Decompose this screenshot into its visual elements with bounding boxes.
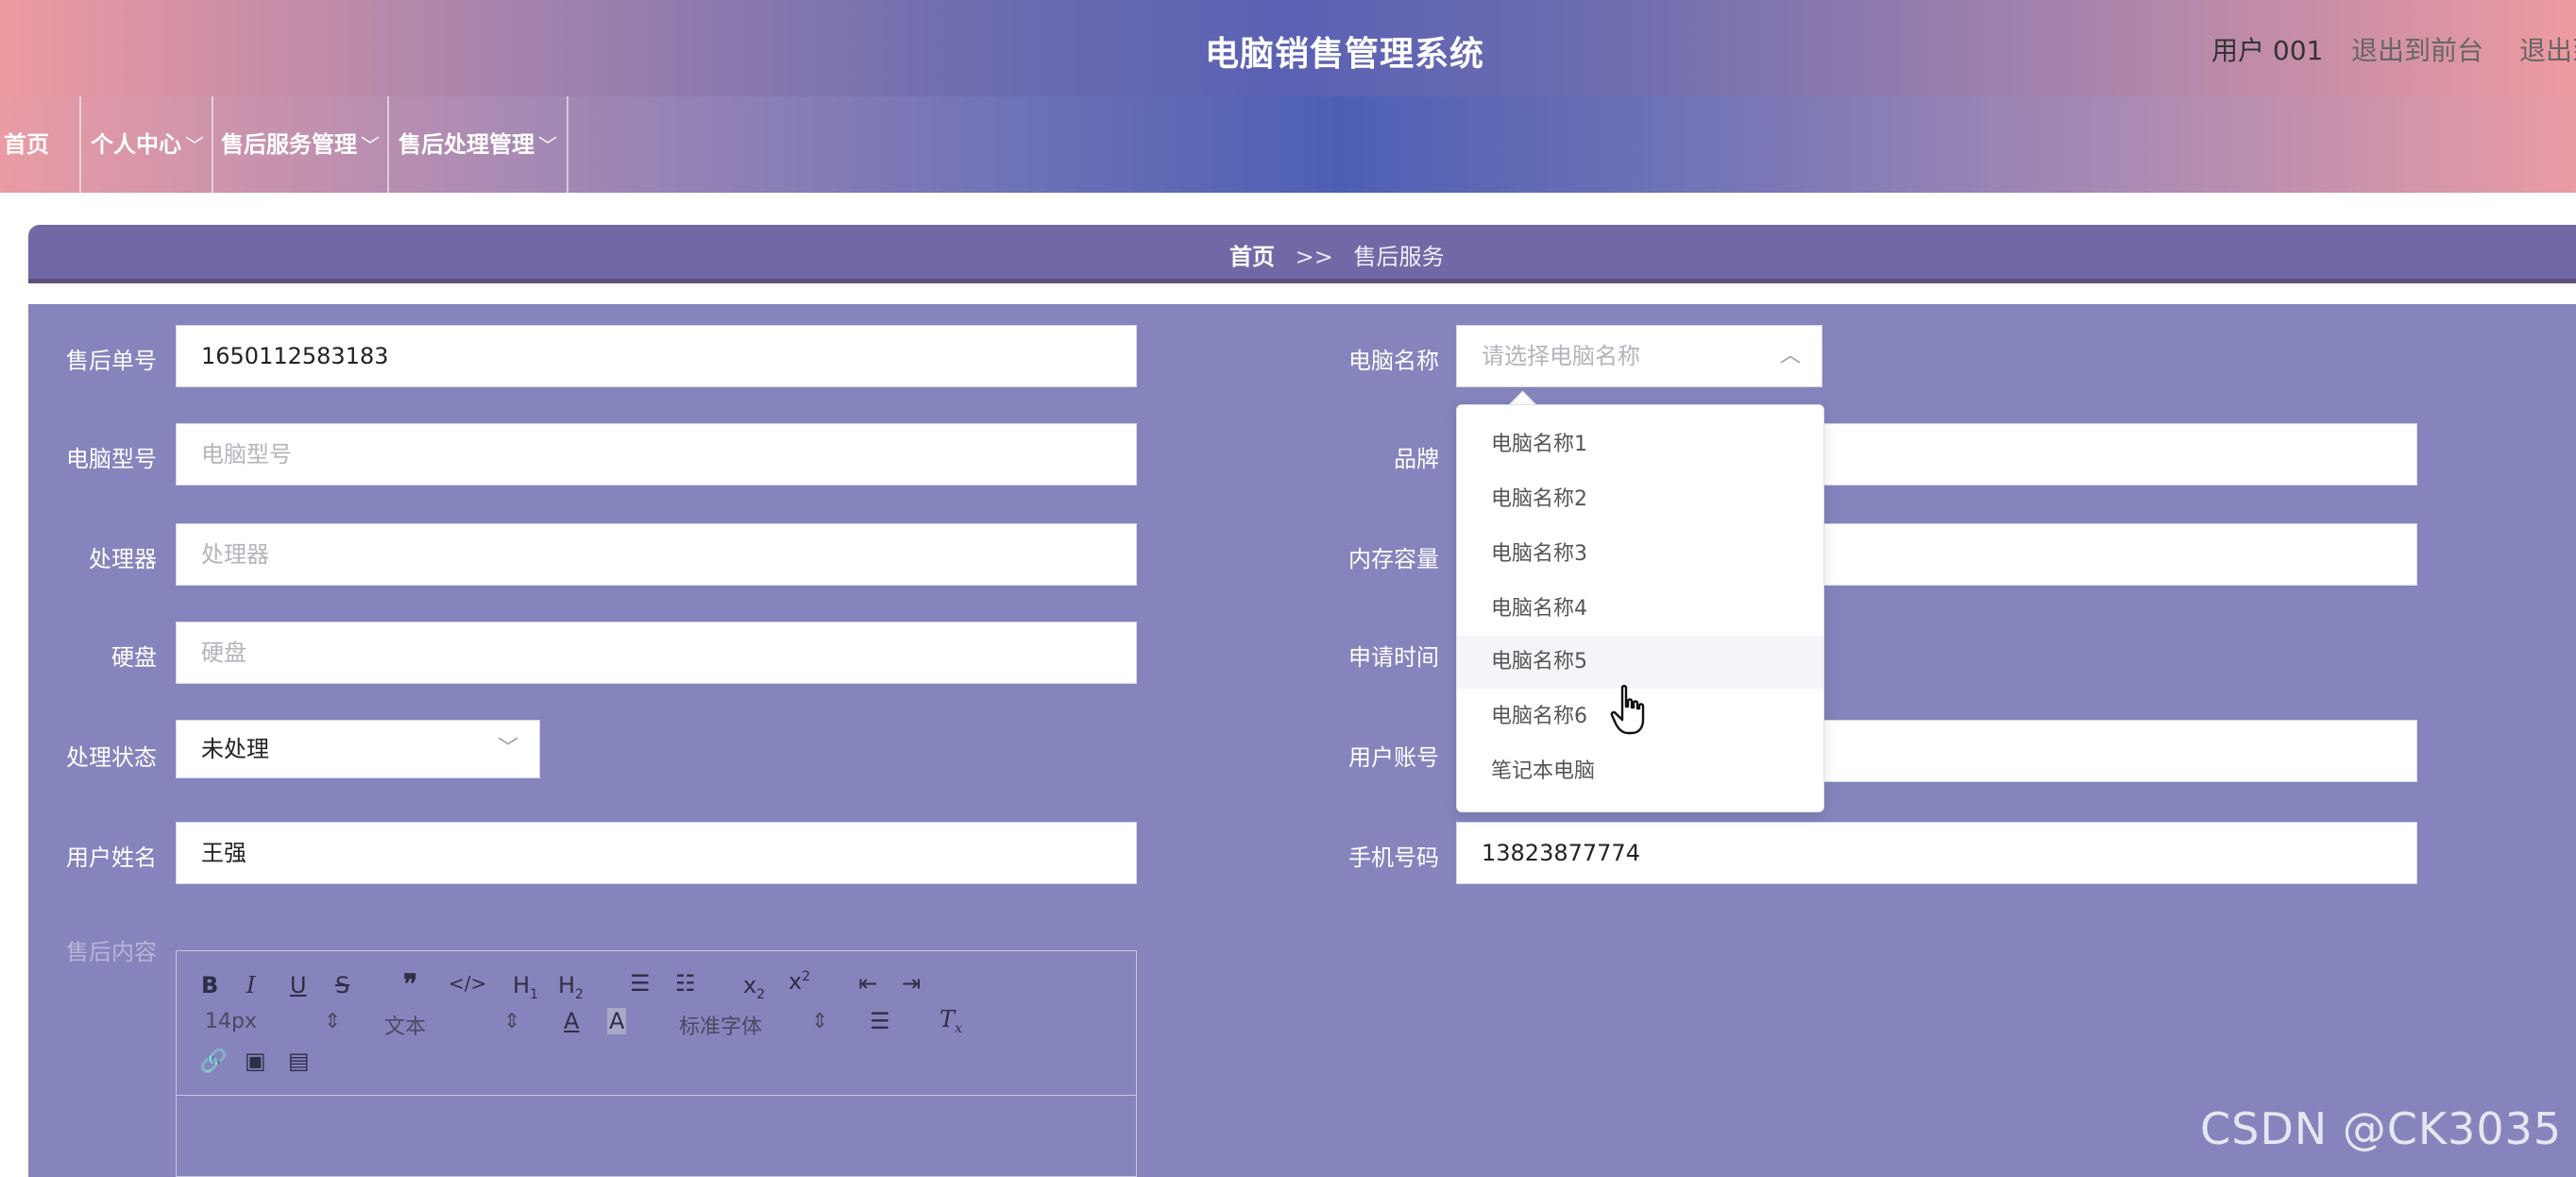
nav-item-after-sales-processing[interactable]: 售后处理管理 ﹀	[389, 96, 568, 193]
chevron-down-icon: ﹀	[361, 134, 380, 157]
chevron-up-icon: ︿	[1779, 344, 1801, 367]
model-field[interactable]: 电脑型号	[176, 423, 1137, 486]
user-name-field[interactable]: 王强	[176, 822, 1137, 884]
nav-item-label: 售后服务管理	[221, 131, 357, 158]
dropdown-option[interactable]: 笔记本电脑	[1457, 745, 1823, 798]
dropdown-option[interactable]: 电脑名称1	[1457, 418, 1823, 471]
image-icon[interactable]: ▣	[245, 1048, 266, 1074]
model-label: 电脑型号	[66, 446, 157, 472]
user-name-label: 用户姓名	[66, 844, 157, 871]
nav-item-label: 首页	[4, 131, 49, 158]
clear-format-icon[interactable]: Tx	[940, 1006, 962, 1036]
nav-item-home[interactable]: 首页	[0, 96, 81, 193]
status-label: 处理状态	[66, 744, 157, 771]
code-icon[interactable]: </>	[449, 972, 486, 995]
computer-name-placeholder: 请选择电脑名称	[1482, 343, 1640, 369]
cpu-field[interactable]: 处理器	[176, 523, 1137, 586]
breadcrumb-separator: >>	[1295, 244, 1333, 270]
video-icon[interactable]: ▤	[288, 1048, 310, 1074]
phone-label: 手机号码	[1348, 844, 1439, 871]
editor-toolbar: B I U S ❞ </> H1 H2 ☰ ☷ x2 x2 ⇤ ⇥ 14px ⇕…	[177, 951, 1136, 1096]
nav-item-label: 售后处理管理	[398, 131, 534, 158]
breadcrumb: 首页 >> 售后服务	[28, 225, 2576, 283]
paragraph-select[interactable]: 文本	[384, 1010, 426, 1040]
font-size-select[interactable]: 14px	[205, 1010, 257, 1033]
font-color-icon[interactable]: A	[564, 1008, 579, 1034]
nav-item-label: 个人中心	[91, 131, 181, 158]
account-label: 用户账号	[1348, 744, 1439, 771]
bold-icon[interactable]: B	[201, 972, 218, 998]
select-arrows-icon: ⇕	[503, 1010, 521, 1033]
phone-field[interactable]: 13823877774	[1456, 822, 2417, 884]
italic-icon[interactable]: I	[246, 972, 255, 998]
select-arrows-icon: ⇕	[811, 1010, 829, 1033]
dropdown-option[interactable]: 电脑名称2	[1457, 473, 1823, 526]
status-select[interactable]: 未处理 ﹀	[176, 720, 540, 778]
underline-icon[interactable]: U	[290, 972, 307, 998]
computer-name-label: 电脑名称	[1348, 348, 1439, 374]
user-label[interactable]: 用户 001	[2212, 30, 2323, 68]
link-icon[interactable]: 🔗	[199, 1048, 228, 1074]
memory-label: 内存容量	[1348, 546, 1439, 572]
computer-name-dropdown: 电脑名称1 电脑名称2 电脑名称3 电脑名称4 电脑名称5 电脑名称6 笔记本电…	[1456, 404, 1824, 812]
order-no-label: 售后单号	[66, 348, 157, 374]
apply-time-label: 申请时间	[1348, 644, 1439, 671]
subscript-icon[interactable]: x2	[743, 972, 765, 1002]
bullet-list-icon[interactable]: ☷	[675, 970, 696, 997]
breadcrumb-current: 售后服务	[1353, 244, 1445, 270]
background-color-icon[interactable]: A	[607, 1008, 627, 1034]
blockquote-icon[interactable]: ❞	[403, 968, 417, 999]
dropdown-option-hovered[interactable]: 电脑名称5	[1457, 636, 1823, 689]
nav-item-personal-center[interactable]: 个人中心 ﹀	[81, 96, 213, 193]
align-icon[interactable]: ☰	[870, 1008, 890, 1034]
chevron-down-icon: ﹀	[538, 134, 557, 157]
brand-label: 品牌	[1394, 446, 1439, 472]
chevron-down-icon: ﹀	[497, 737, 518, 760]
heading-1-icon[interactable]: H1	[513, 972, 538, 1002]
dropdown-option[interactable]: 电脑名称3	[1457, 528, 1823, 581]
order-no-field[interactable]: 1650112583183	[176, 325, 1137, 387]
select-arrows-icon: ⇕	[324, 1010, 342, 1033]
heading-2-icon[interactable]: H2	[558, 972, 584, 1002]
superscript-icon[interactable]: x2	[788, 968, 810, 995]
exit-to-frontend-link[interactable]: 退出到前台	[2351, 30, 2483, 68]
dropdown-option[interactable]: 电脑名称4	[1457, 583, 1823, 636]
disk-field[interactable]: 硬盘	[176, 622, 1137, 684]
nav-item-after-sales-service[interactable]: 售后服务管理 ﹀	[213, 96, 389, 193]
content-editor[interactable]: B I U S ❞ </> H1 H2 ☰ ☷ x2 x2 ⇤ ⇥ 14px ⇕…	[176, 950, 1137, 1177]
breadcrumb-home[interactable]: 首页	[1229, 244, 1275, 270]
outdent-icon[interactable]: ⇤	[858, 970, 877, 997]
main-nav: 首页 个人中心 ﹀ 售后服务管理 ﹀ 售后处理管理 ﹀	[0, 96, 2576, 193]
content-label: 售后内容	[66, 939, 157, 965]
cpu-label: 处理器	[89, 546, 157, 572]
computer-name-select[interactable]: 请选择电脑名称 ︿	[1456, 325, 1822, 387]
font-family-select[interactable]: 标准字体	[679, 1010, 762, 1040]
app-title: 电脑销售管理系统	[1204, 35, 1484, 74]
status-select-value: 未处理	[201, 736, 269, 762]
disk-label: 硬盘	[111, 644, 157, 671]
top-header: 电脑销售管理系统 用户 001 退出到前台 退出到	[0, 0, 2576, 98]
ordered-list-icon[interactable]: ☰	[630, 970, 651, 997]
hand-cursor-icon	[1610, 685, 1645, 735]
csdn-watermark: CSDN @CK3035	[2200, 1103, 2563, 1154]
exit-system-link[interactable]: 退出到	[2519, 30, 2576, 68]
strikethrough-icon[interactable]: S	[335, 972, 349, 998]
chevron-down-icon: ﹀	[185, 134, 204, 157]
indent-icon[interactable]: ⇥	[902, 970, 921, 997]
